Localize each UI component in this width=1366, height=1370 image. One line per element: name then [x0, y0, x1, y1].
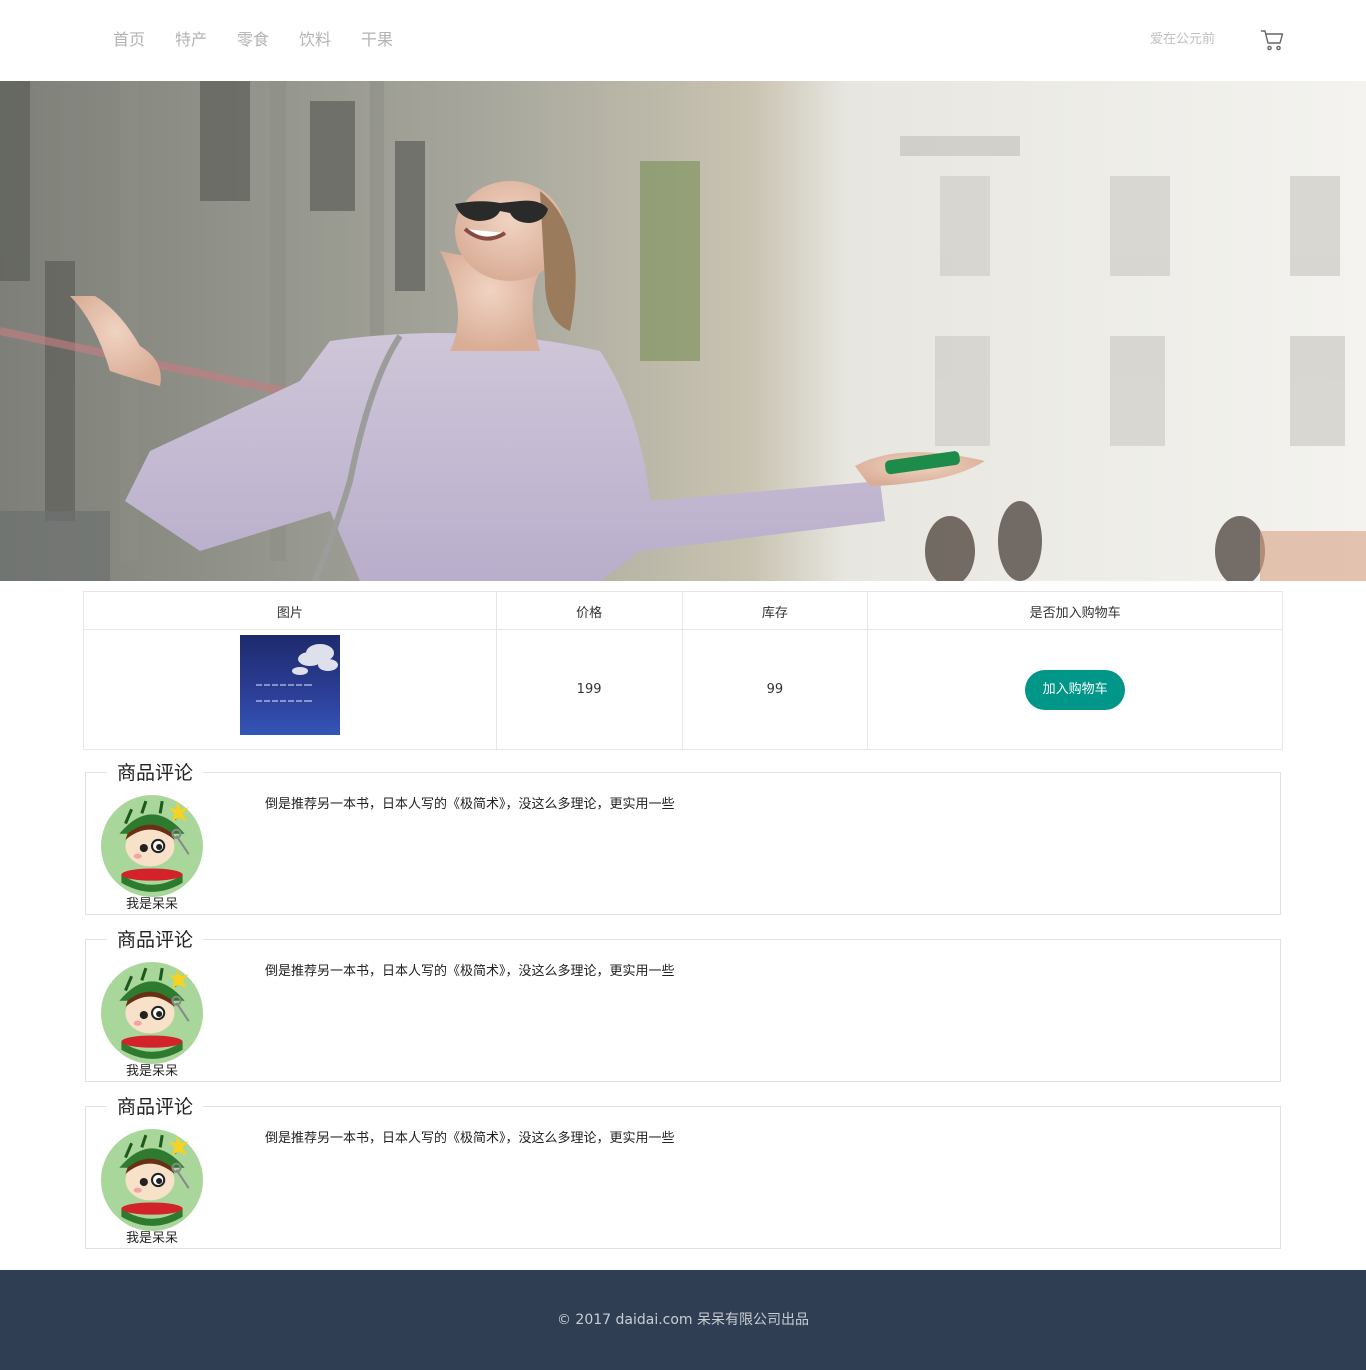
review-text: 倒是推荐另一本书，日本人写的《极简术》，没这么多理论，更实用一些: [265, 964, 675, 979]
cell-image: [83, 629, 497, 750]
header-add-to-cart: 是否加入购物车: [867, 591, 1283, 630]
review-title: 商品评论: [107, 1095, 204, 1119]
product-table: 图片 价格 库存 是否加入购物车 199 99 加入购物车: [83, 591, 1283, 750]
cell-stock: 99: [681, 629, 869, 750]
review-card: 商品评论 我是呆呆 倒是推荐另一本书，日本人写的《极简术》，没这么多理论，更实用…: [85, 761, 1281, 915]
product-thumbnail[interactable]: [239, 634, 340, 735]
review-card: 商品评论 我是呆呆 倒是推荐另一本书，日本人写的《极简术》，没这么多理论，更实用…: [85, 1095, 1281, 1249]
banner-photo: [0, 81, 1366, 581]
user-name-link[interactable]: 爱在公元前: [1150, 31, 1215, 49]
nav-specialty[interactable]: 特产: [175, 29, 237, 51]
site-footer: © 2017 daidai.com 呆呆有限公司出品: [0, 1270, 1366, 1370]
header-price: 价格: [495, 591, 683, 630]
table-row: 199 99 加入购物车: [83, 629, 1283, 750]
add-to-cart-button[interactable]: 加入购物车: [1025, 669, 1126, 710]
shopping-cart-icon[interactable]: [1260, 28, 1284, 52]
table-header-row: 图片 价格 库存 是否加入购物车: [83, 591, 1283, 630]
nav-dried-fruit[interactable]: 干果: [361, 29, 423, 51]
review-username: 我是呆呆: [125, 1231, 178, 1246]
user-avatar-icon: [101, 1129, 203, 1231]
review-title: 商品评论: [107, 928, 204, 952]
nav-drinks[interactable]: 饮料: [299, 29, 361, 51]
review-title: 商品评论: [107, 761, 204, 785]
review-username: 我是呆呆: [125, 1064, 178, 1079]
copyright-text: © 2017 daidai.com 呆呆有限公司出品: [556, 1312, 810, 1328]
hero-banner-image: [0, 81, 1366, 581]
nav-home[interactable]: 首页: [113, 29, 175, 51]
review-username: 我是呆呆: [125, 897, 178, 912]
header-stock: 库存: [681, 591, 869, 630]
site-header: 首页 特产 零食 饮料 干果 爱在公元前: [0, 0, 1366, 81]
user-avatar-icon: [101, 795, 203, 897]
cell-price: 199: [495, 629, 683, 750]
review-card: 商品评论 我是呆呆 倒是推荐另一本书，日本人写的《极简术》，没这么多理论，更实用…: [85, 928, 1281, 1082]
cell-add-to-cart: 加入购物车: [867, 629, 1283, 750]
header-image: 图片: [83, 591, 497, 630]
main-nav: 首页 特产 零食 饮料 干果: [113, 29, 423, 51]
nav-snacks[interactable]: 零食: [237, 29, 299, 51]
user-avatar-icon: [101, 962, 203, 1064]
review-text: 倒是推荐另一本书，日本人写的《极简术》，没这么多理论，更实用一些: [265, 1131, 675, 1146]
review-text: 倒是推荐另一本书，日本人写的《极简术》，没这么多理论，更实用一些: [265, 797, 675, 812]
